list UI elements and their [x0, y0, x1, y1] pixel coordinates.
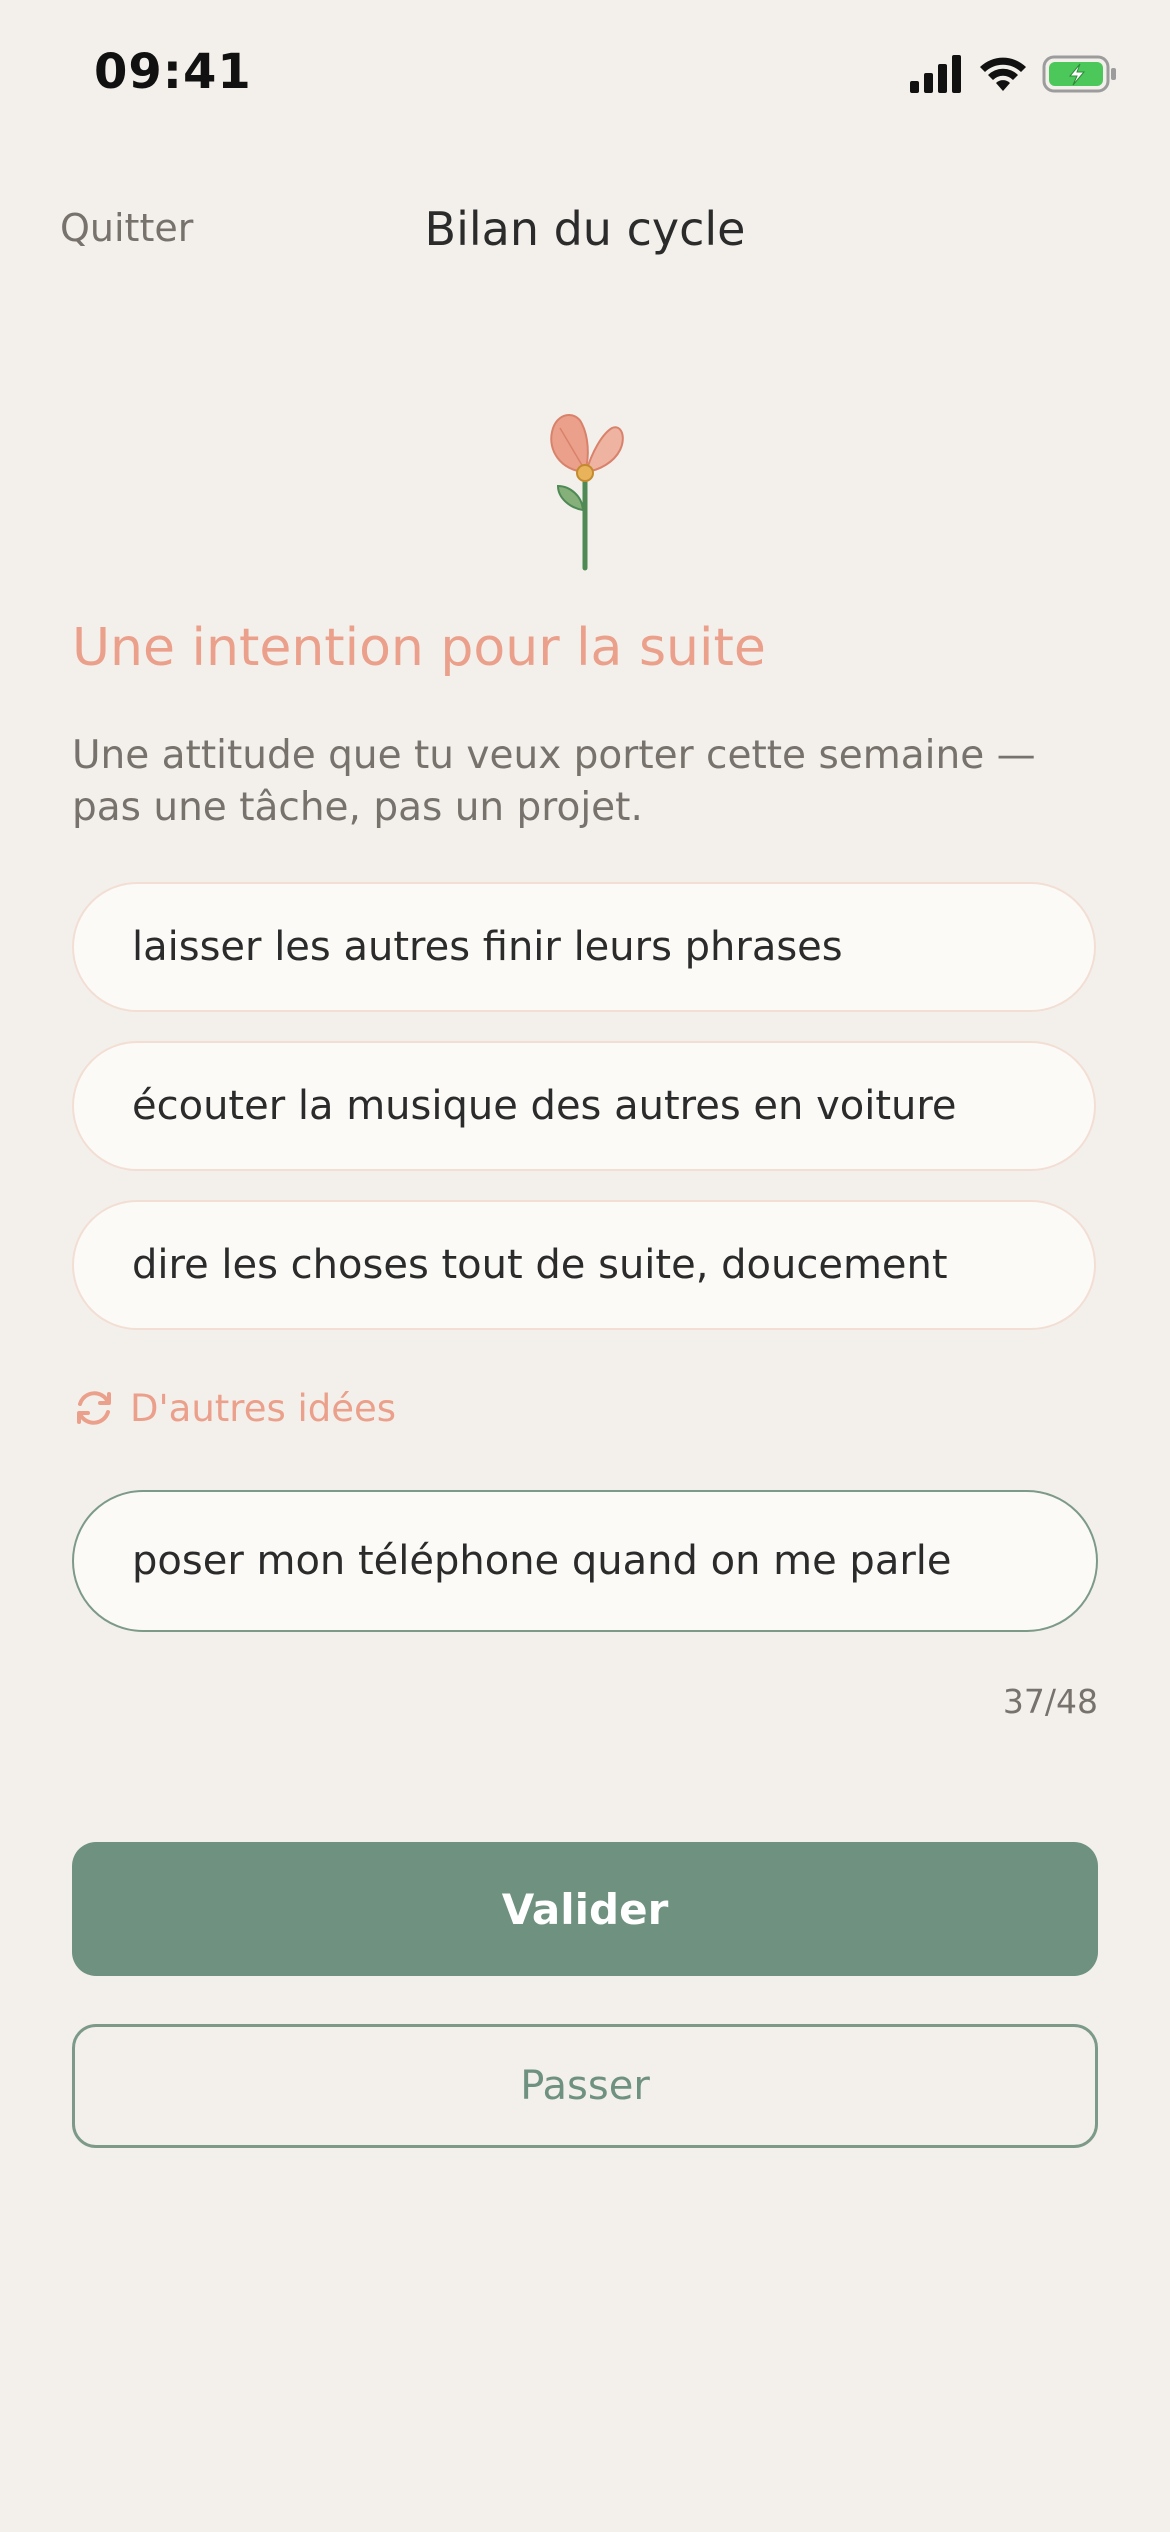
intention-input[interactable] [72, 1490, 1098, 1632]
suggestion-chip[interactable]: dire les choses tout de suite, doucement [72, 1200, 1096, 1330]
skip-button[interactable]: Passer [72, 2024, 1098, 2148]
validate-button[interactable]: Valider [72, 1842, 1098, 1976]
status-bar: 09:41 [0, 0, 1170, 140]
wifi-icon [980, 57, 1026, 91]
page-title: Bilan du cycle [424, 202, 746, 256]
suggestion-chip[interactable]: écouter la musique des autres en voiture [72, 1041, 1096, 1171]
section-heading: Une intention pour la suite [72, 618, 766, 678]
battery-icon [1042, 55, 1116, 93]
character-counter: 37/48 [1002, 1682, 1098, 1721]
more-ideas-label: D'autres idées [130, 1386, 397, 1430]
more-ideas-button[interactable]: D'autres idées [72, 1386, 396, 1430]
status-time: 09:41 [94, 44, 252, 100]
status-icons [910, 52, 1118, 96]
refresh-icon [77, 1391, 111, 1425]
signal-icon [910, 55, 961, 93]
section-description: Une attitude que tu veux porter cette se… [72, 733, 1036, 830]
flower-icon [550, 414, 624, 571]
suggestion-chip[interactable]: laisser les autres finir leurs phrases [72, 882, 1096, 1012]
